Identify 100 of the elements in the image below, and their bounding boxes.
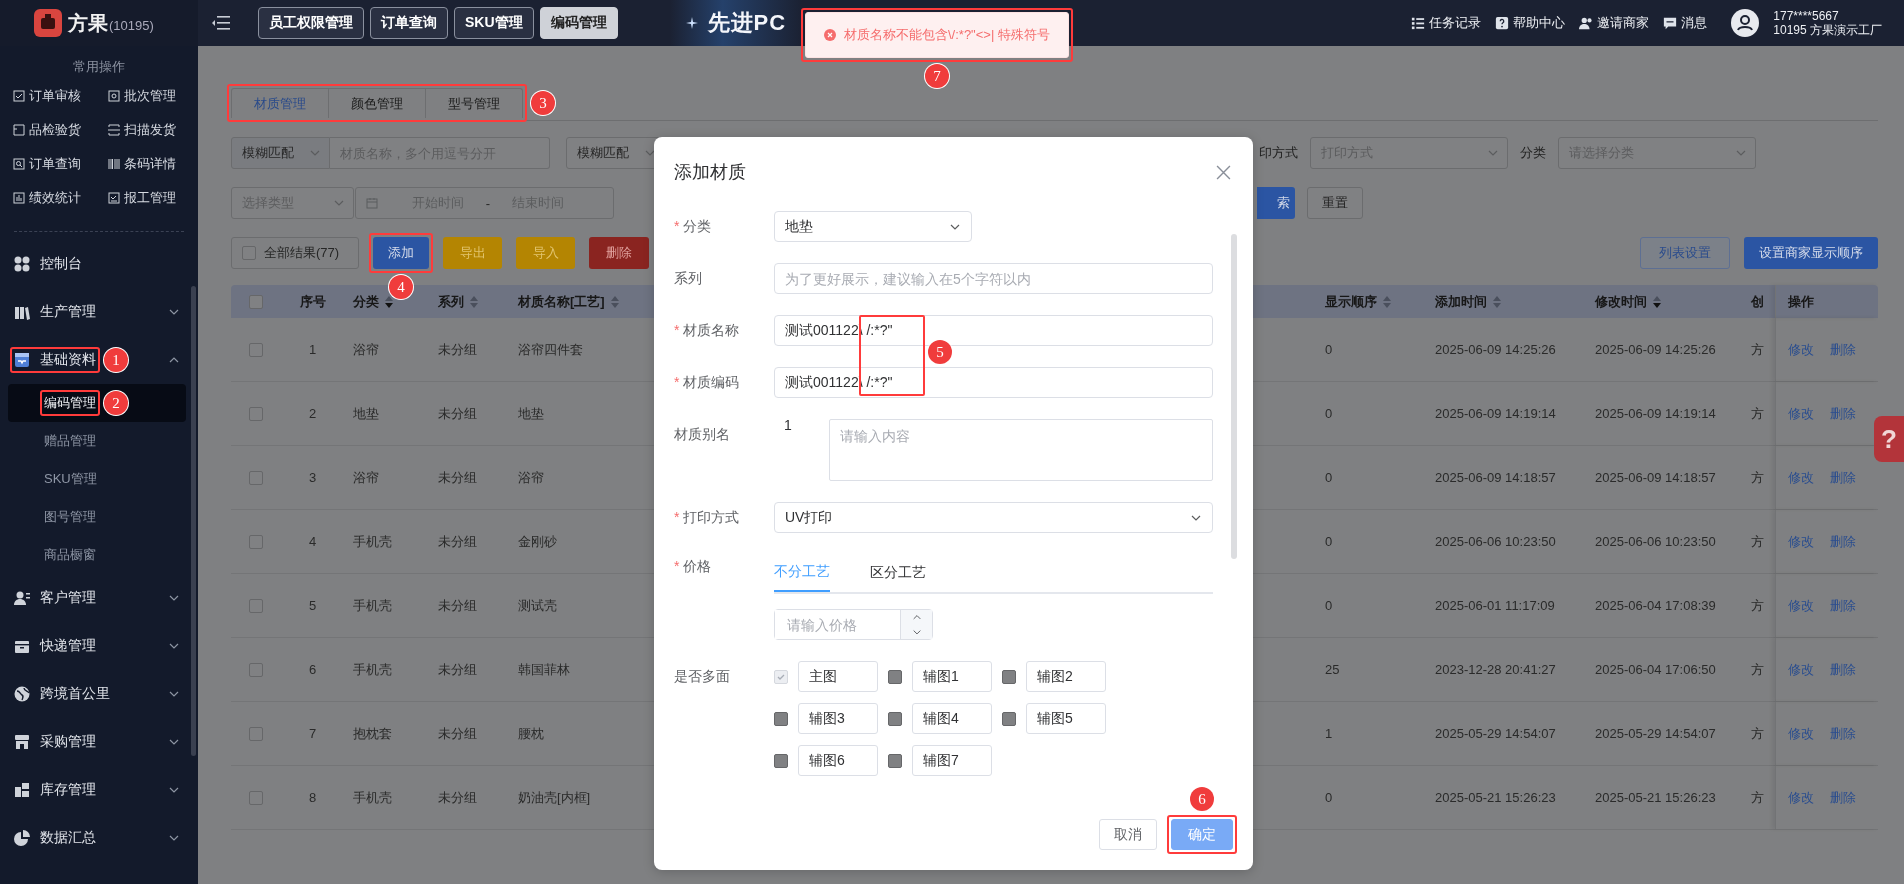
table-cell-text: 方 (1751, 532, 1764, 551)
checkbox[interactable] (248, 534, 263, 549)
table-cell-text: 2 (308, 404, 317, 423)
menu-item[interactable]: 客户管理 (0, 574, 198, 622)
table-cell-text: 奶油壳[内框] (518, 788, 591, 807)
reset-button[interactable]: 重置 (1307, 187, 1363, 219)
step-badge: 3 (531, 91, 555, 115)
toolbar-link[interactable]: 消息 (1663, 14, 1708, 32)
column-header: 材质名称[工艺] (518, 292, 605, 311)
books-icon (14, 304, 30, 320)
action-button[interactable]: 删除 (589, 237, 649, 269)
section-title: 常用操作 (72, 58, 126, 76)
menu-item[interactable]: 控制台 (0, 240, 198, 288)
submenu-item[interactable]: 编码管理 2 (8, 384, 186, 422)
submenu-item[interactable]: 商品橱窗 (8, 536, 186, 574)
tray-icon (13, 123, 25, 136)
checkbox[interactable] (888, 669, 902, 684)
checkbox[interactable] (1002, 711, 1016, 726)
checkbox[interactable] (248, 294, 263, 309)
checkbox[interactable] (242, 246, 256, 260)
table-cell-text: 方 (1751, 596, 1764, 615)
column-header: 显示顺序 (1325, 292, 1377, 311)
table-cell-text: 2025-06-09 14:18:57 (1595, 468, 1716, 487)
quick-action[interactable]: 报工管理 (108, 188, 198, 207)
menu-item[interactable]: 采购管理 (0, 718, 198, 766)
help-tab[interactable]: ? (1874, 416, 1904, 462)
input-field[interactable]: 辅图6 (798, 745, 878, 776)
table-cell-text: 2025-06-09 14:18:57 (1435, 468, 1556, 487)
input-field[interactable]: 辅图1 (912, 661, 992, 692)
checkbox[interactable] (248, 662, 263, 677)
checkbox[interactable] (248, 790, 263, 805)
column-header: 系列 (438, 292, 464, 311)
quick-action[interactable]: 订单审核 (13, 86, 108, 105)
number-field[interactable]: 请输入价格 (774, 609, 933, 640)
quick-action[interactable]: 条码详情 (108, 154, 198, 173)
checklist-icon (108, 191, 120, 204)
column-header: 修改时间 (1595, 292, 1647, 311)
tab[interactable]: 颜色管理 (329, 89, 426, 118)
table-cell-text: 0 (1325, 404, 1333, 423)
input-field[interactable]: 辅图3 (798, 703, 878, 734)
checkbox[interactable] (248, 406, 263, 421)
checkbox[interactable] (888, 711, 902, 726)
highlight-frame (369, 233, 433, 273)
checkbox[interactable] (248, 342, 263, 357)
text-area[interactable]: 请输入内容 (829, 419, 1213, 481)
action-button[interactable]: 添加 (373, 237, 429, 269)
action-button[interactable]: 设置商家显示顺序 (1744, 237, 1878, 269)
select-field[interactable]: 模糊匹配 (231, 137, 330, 169)
select-field[interactable]: UV打印 (774, 502, 1213, 533)
list-icon (1411, 16, 1426, 30)
checkbox[interactable] (1002, 669, 1016, 684)
input-field[interactable]: 辅图7 (912, 745, 992, 776)
table-cell-text: 2025-05-21 15:26:23 (1435, 788, 1556, 807)
menu-item[interactable]: 数据汇总 (0, 814, 198, 862)
checkbox[interactable] (888, 753, 902, 768)
toast-message: 材质名称不能包含\/:*?"<>| 特殊符号 (844, 26, 1050, 44)
blocks-icon (14, 782, 30, 798)
submenu-item[interactable]: 赠品管理 (8, 422, 186, 460)
nav-tab[interactable]: 员工权限管理 (258, 7, 364, 39)
table-cell-text: 0 (1325, 788, 1333, 807)
search-button[interactable]: 索 (1257, 187, 1295, 219)
menu-item[interactable]: 基础资料 1 (0, 336, 198, 384)
toolbar-link[interactable]: 任务记录 (1411, 14, 1482, 32)
app-name: 方果 (68, 10, 108, 36)
menu-item[interactable]: 快递管理 (0, 622, 198, 670)
tab[interactable]: 型号管理 (426, 89, 522, 118)
checkbox[interactable] (248, 726, 263, 741)
checkbox[interactable] (774, 711, 788, 726)
submenu-item[interactable]: 图号管理 (8, 498, 186, 536)
field-label: * 价格 (674, 557, 713, 576)
table-cell-text: 抱枕套 (353, 724, 392, 743)
app-id: (10195) (109, 17, 154, 33)
pie-chart-icon (14, 830, 30, 846)
toolbar-link[interactable]: 帮助中心 (1495, 14, 1566, 32)
checkbox[interactable] (248, 470, 263, 485)
quick-action[interactable]: 品检验货 (13, 120, 108, 139)
quick-action[interactable]: 批次管理 (108, 86, 198, 105)
select-all-toggle[interactable]: 全部结果(77) (231, 237, 359, 269)
input-field[interactable]: 辅图4 (912, 703, 992, 734)
checkbox[interactable] (774, 753, 788, 768)
submenu-item[interactable]: SKU管理 (8, 460, 186, 498)
tab[interactable]: 区分工艺 (870, 554, 926, 592)
quick-action[interactable]: 扫描发货 (108, 120, 198, 139)
menu-item[interactable]: 跨境首公里 (0, 670, 198, 718)
quick-action[interactable]: 订单查询 (13, 154, 108, 173)
nav-tab[interactable]: 订单查询 (370, 7, 448, 39)
menu-item[interactable]: 生产管理 (0, 288, 198, 336)
nav-tab[interactable]: SKU管理 (454, 7, 534, 39)
dialog-button[interactable]: 取消 (1099, 819, 1157, 850)
chart-icon (13, 191, 25, 204)
nav-tab[interactable]: 编码管理 (539, 7, 618, 39)
toolbar-link[interactable]: 邀请商家 (1579, 14, 1650, 32)
menu-item[interactable]: 库存管理 (0, 766, 198, 814)
select-field[interactable]: 地垫 (774, 211, 972, 242)
field-label: 是否多面 (674, 667, 731, 686)
quick-action[interactable]: 绩效统计 (13, 188, 108, 207)
table-cell-text: 方 (1751, 468, 1764, 487)
checkbox[interactable] (248, 598, 263, 613)
input-field[interactable]: 辅图2 (1026, 661, 1106, 692)
input-field[interactable]: 辅图5 (1026, 703, 1106, 734)
